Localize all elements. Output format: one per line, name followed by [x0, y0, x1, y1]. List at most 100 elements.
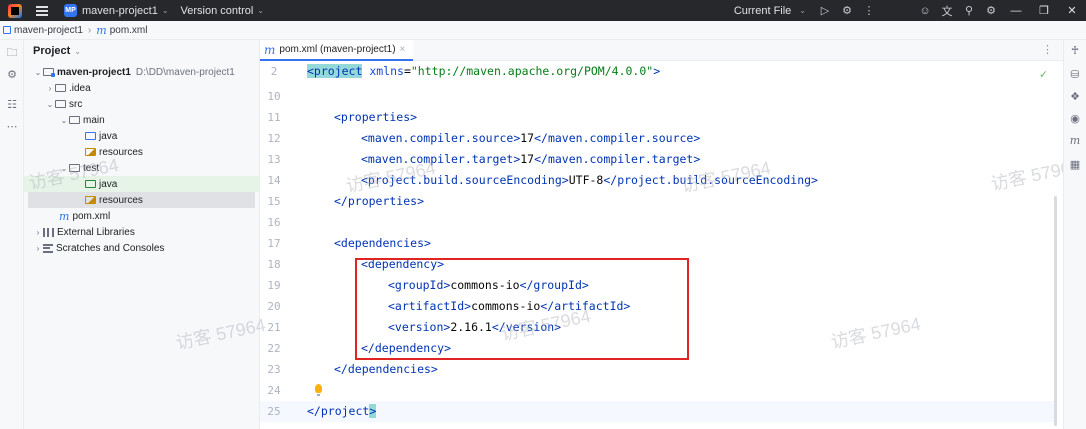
translate-icon[interactable]: 文 — [936, 3, 958, 19]
tree-item-scratches[interactable]: › Scratches and Consoles — [24, 240, 260, 256]
code-token: </maven.compiler.source> — [534, 131, 701, 145]
project-tool-icon[interactable]: 🗀 — [4, 44, 20, 63]
project-badge[interactable]: MP — [64, 4, 77, 17]
debug-icon[interactable]: ⚙ — [836, 4, 858, 17]
code-token: </properties> — [334, 194, 425, 208]
tree-item-idea[interactable]: › .idea — [24, 80, 260, 96]
line-number: 20 — [267, 300, 281, 313]
run-config-selector[interactable]: Current File — [734, 5, 791, 17]
tree-item-pom[interactable]: m pom.xml — [24, 208, 260, 224]
chevron-down-icon[interactable]: ⌄ — [799, 6, 806, 15]
version-control-menu[interactable]: Version control — [181, 5, 254, 17]
tree-item-test-resources[interactable]: resources — [28, 192, 255, 208]
code-line[interactable]: 13 <maven.compiler.target>17</maven.comp… — [260, 149, 1055, 170]
code-line-current[interactable]: 25 </project> — [260, 401, 1055, 422]
tree-item-root[interactable]: ⌄ maven-project1 D:\DD\maven-project1 — [24, 64, 260, 80]
copilot-icon[interactable]: ❖ — [1067, 90, 1083, 103]
chevron-right-icon[interactable]: › — [33, 244, 43, 253]
breadcrumb: maven-project1 › m pom.xml — [0, 21, 1086, 40]
breadcrumb-file[interactable]: pom.xml — [110, 25, 148, 36]
line-number: 10 — [267, 90, 281, 103]
code-token: <project — [307, 64, 363, 78]
library-icon — [43, 227, 54, 237]
notifications-icon[interactable]: ♰ — [1067, 44, 1083, 57]
tree-item-label: maven-project1 — [57, 66, 131, 78]
tab-pom-xml[interactable]: m pom.xml (maven-project1) × — [260, 40, 414, 61]
chevron-down-icon[interactable]: ⌄ — [59, 116, 69, 125]
code-line[interactable]: 12 <maven.compiler.source>17</maven.comp… — [260, 128, 1055, 149]
code-token: 17 — [520, 131, 535, 145]
chevron-down-icon[interactable]: ⌄ — [33, 68, 43, 77]
code-line[interactable]: 14 <project.build.sourceEncoding>UTF-8</… — [260, 170, 1055, 191]
resources-folder-icon — [85, 148, 96, 156]
structure-tool-icon[interactable]: ▦ — [1067, 158, 1083, 171]
line-number: 22 — [267, 342, 281, 355]
more-vertical-icon[interactable]: ⋮ — [858, 4, 880, 17]
close-button[interactable]: ✕ — [1058, 4, 1086, 17]
intellij-logo-icon[interactable] — [8, 3, 22, 18]
tree-item-label: pom.xml — [72, 210, 111, 222]
code-line[interactable]: 23 </dependencies> — [260, 359, 1055, 380]
code-line[interactable]: 11 <properties> — [260, 107, 1055, 128]
no-problems-check-icon[interactable]: ✓ — [1040, 64, 1047, 85]
chevron-down-icon[interactable]: ⌄ — [74, 47, 81, 56]
line-number: 21 — [267, 321, 281, 334]
tree-item-main[interactable]: ⌄ main — [24, 112, 260, 128]
code-token: > — [653, 64, 661, 78]
chevron-right-icon[interactable]: › — [45, 84, 55, 93]
chevron-down-icon[interactable]: ⌄ — [45, 100, 55, 109]
structure-tool-icon[interactable]: ☷ — [4, 98, 20, 111]
project-panel-header[interactable]: Project ⌄ — [24, 40, 259, 62]
highlight-box — [355, 258, 689, 360]
close-tab-icon[interactable]: × — [400, 44, 406, 55]
main-menu-icon[interactable] — [36, 5, 48, 16]
maven-file-icon: m — [96, 23, 107, 37]
code-editor[interactable]: 2 <project xmlns="http://maven.apache.or… — [260, 61, 1082, 429]
restore-button[interactable]: ❐ — [1030, 4, 1058, 17]
more-horizontal-icon[interactable]: ⋯ — [4, 120, 20, 133]
right-tool-strip: ♰ ⛁ ❖ ◉ m ▦ — [1063, 40, 1086, 429]
code-line[interactable]: 17 <dependencies> — [260, 233, 1055, 254]
line-number: 19 — [267, 279, 281, 292]
code-line[interactable]: 15 </properties> — [260, 191, 1055, 212]
user-icon[interactable]: ☺ — [914, 5, 936, 17]
chevron-down-icon[interactable]: ⌄ — [257, 6, 264, 15]
code-token: UTF-8 — [568, 173, 604, 187]
left-tool-strip: 🗀 ⚙ ☷ ⋯ — [0, 40, 24, 429]
run-icon[interactable]: ▷ — [814, 4, 836, 17]
folder-icon — [55, 84, 66, 92]
tree-item-main-java[interactable]: java — [24, 128, 260, 144]
code-line[interactable]: 24 — [260, 380, 1055, 401]
breadcrumb-module[interactable]: maven-project1 — [14, 25, 83, 36]
project-selector[interactable]: maven-project1 — [82, 5, 158, 17]
chevron-right-icon[interactable]: › — [33, 228, 43, 237]
line-number: 16 — [267, 216, 281, 229]
line-number: 17 — [267, 237, 281, 250]
settings-tool-icon[interactable]: ⚙ — [4, 68, 20, 81]
minimize-button[interactable]: — — [1002, 5, 1030, 17]
code-token: <maven.compiler.target> — [361, 152, 521, 166]
tree-item-test[interactable]: ⌄ test — [24, 160, 260, 176]
maven-tool-icon[interactable]: m — [1067, 134, 1083, 147]
folder-icon — [69, 116, 80, 124]
tree-item-label: test — [83, 162, 100, 174]
lightbulb-icon[interactable] — [315, 384, 322, 396]
line-number: 15 — [267, 195, 281, 208]
more-vertical-icon[interactable]: ⋮ — [1042, 43, 1053, 56]
settings-icon[interactable]: ⚙ — [980, 4, 1002, 17]
vertical-scrollbar[interactable] — [1054, 196, 1057, 426]
ai-assistant-icon[interactable]: ◉ — [1067, 112, 1083, 125]
database-icon[interactable]: ⛁ — [1067, 68, 1083, 81]
code-line[interactable]: 2 <project xmlns="http://maven.apache.or… — [260, 61, 1055, 82]
line-number: 12 — [267, 132, 281, 145]
tree-item-src[interactable]: ⌄ src — [24, 96, 260, 112]
code-line[interactable]: 10 — [260, 86, 1055, 107]
tree-item-main-resources[interactable]: resources — [24, 144, 260, 160]
chevron-down-icon[interactable]: ⌄ — [162, 6, 169, 15]
chevron-down-icon[interactable]: ⌄ — [59, 164, 69, 173]
code-line[interactable]: 16 — [260, 212, 1055, 233]
code-token: </dependencies> — [334, 362, 438, 376]
tree-item-external-libraries[interactable]: › External Libraries — [24, 224, 260, 240]
tree-item-test-java[interactable]: java — [24, 176, 260, 192]
search-icon[interactable]: ⚲ — [958, 4, 980, 17]
